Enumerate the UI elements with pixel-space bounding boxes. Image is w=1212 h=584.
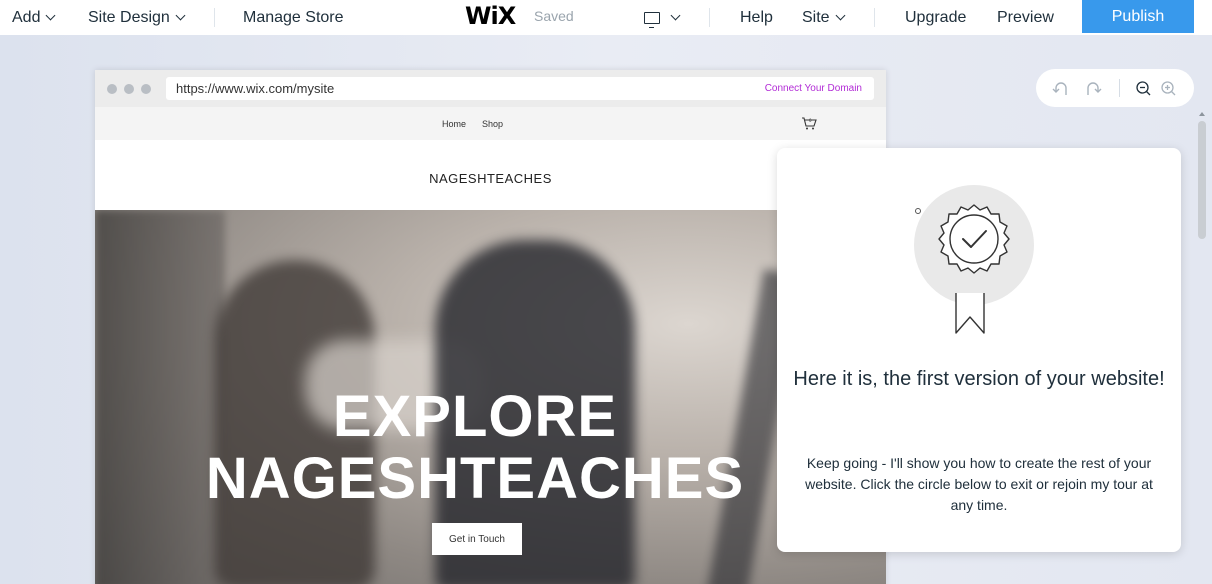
hero-title-line-1: EXPLORE xyxy=(332,384,618,449)
get-in-touch-button[interactable]: Get in Touch xyxy=(432,523,522,555)
site-nav: Home Shop 0 xyxy=(95,107,886,140)
undo-icon[interactable] xyxy=(1052,79,1070,97)
scroll-thumb[interactable] xyxy=(1198,121,1206,239)
device-switcher[interactable] xyxy=(644,0,684,35)
history-zoom-toolbar xyxy=(1036,69,1194,107)
preview-label: Preview xyxy=(997,8,1054,26)
hero-title: EXPLORE NAGESHTEACHES xyxy=(95,386,855,510)
window-dot xyxy=(141,84,151,94)
publish-button[interactable]: Publish xyxy=(1082,0,1194,33)
top-bar: Add Site Design Manage Store WiX Saved H… xyxy=(0,0,1212,35)
site-header: NAGESHTEACHES xyxy=(95,140,886,210)
chevron-down-icon xyxy=(175,10,186,21)
site-design-menu[interactable]: Site Design xyxy=(88,0,186,35)
tour-body: Keep going - I'll show you how to create… xyxy=(805,455,1153,513)
redo-icon[interactable] xyxy=(1084,79,1102,97)
award-badge-icon xyxy=(914,185,1034,334)
divider xyxy=(214,8,215,27)
upgrade-button[interactable]: Upgrade xyxy=(905,0,966,35)
help-label: Help xyxy=(740,8,773,26)
wix-logo: WiX xyxy=(465,2,516,30)
hero-title-line-2: NAGESHTEACHES xyxy=(205,446,745,511)
help-button[interactable]: Help xyxy=(740,0,773,35)
site-menu[interactable]: Site xyxy=(802,0,846,35)
editor-canvas: https://www.wix.com/mysite Connect Your … xyxy=(0,35,1212,584)
cart-icon[interactable]: 0 xyxy=(801,115,817,131)
divider xyxy=(874,8,875,27)
save-status: Saved xyxy=(534,8,574,24)
tour-popup: Here it is, the first version of your we… xyxy=(777,148,1181,552)
site-name: NAGESHTEACHES xyxy=(429,171,552,186)
manage-store-label: Manage Store xyxy=(243,8,344,26)
desktop-icon xyxy=(644,11,660,28)
window-dot xyxy=(124,84,134,94)
connect-domain-link[interactable]: Connect Your Domain xyxy=(765,83,862,94)
chevron-down-icon xyxy=(670,10,681,21)
site-design-label: Site Design xyxy=(88,8,170,26)
site-url: https://www.wix.com/mysite xyxy=(176,81,335,96)
url-bar: https://www.wix.com/mysite Connect Your … xyxy=(166,77,874,100)
add-menu[interactable]: Add xyxy=(12,0,56,35)
site-preview-frame: https://www.wix.com/mysite Connect Your … xyxy=(95,70,886,584)
nav-item-shop[interactable]: Shop xyxy=(482,119,503,129)
browser-bar: https://www.wix.com/mysite Connect Your … xyxy=(95,70,886,107)
divider xyxy=(1119,79,1120,97)
add-menu-label: Add xyxy=(12,8,41,26)
scroll-up-arrow[interactable] xyxy=(1199,112,1205,116)
preview-button[interactable]: Preview xyxy=(997,0,1054,35)
upgrade-label: Upgrade xyxy=(905,8,967,26)
window-dot xyxy=(107,84,117,94)
tour-title: Here it is, the first version of your we… xyxy=(793,368,1165,390)
zoom-in-icon[interactable] xyxy=(1160,80,1177,97)
site-menu-label: Site xyxy=(802,8,830,26)
nav-item-home[interactable]: Home xyxy=(442,119,466,129)
zoom-out-icon[interactable] xyxy=(1135,80,1152,97)
manage-store-button[interactable]: Manage Store xyxy=(243,0,344,35)
chevron-down-icon xyxy=(46,10,56,21)
chevron-down-icon xyxy=(835,10,846,21)
hero-section: EXPLORE NAGESHTEACHES Get in Touch xyxy=(95,210,886,584)
divider xyxy=(709,8,710,27)
canvas-scrollbar[interactable] xyxy=(1196,112,1208,582)
